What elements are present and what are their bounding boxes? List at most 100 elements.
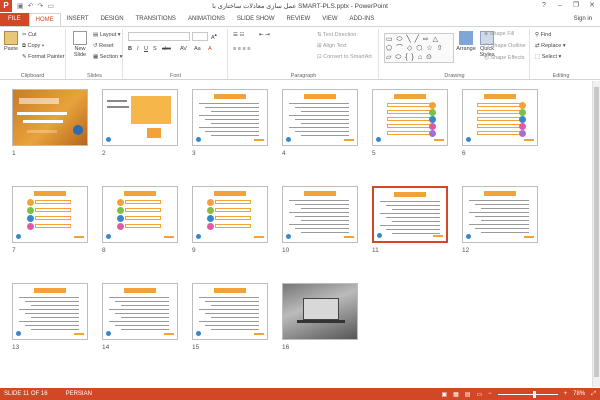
tab-insert[interactable]: INSERT [61,13,95,26]
slide-thumbnail[interactable] [12,283,88,340]
font-name-select[interactable] [128,32,190,41]
char-spacing-icon[interactable]: AV [180,46,187,52]
maximize-button[interactable]: ❐ [568,0,584,12]
slide-content-shape [469,200,529,202]
tab-transitions[interactable]: TRANSITIONS [130,13,182,26]
shape-outline-button[interactable]: ▢ Shape Outline [484,43,526,49]
slide-thumbnail[interactable] [282,283,358,340]
tab-view[interactable]: VIEW [316,13,343,26]
tab-home[interactable]: HOME [28,13,61,26]
tab-slide-show[interactable]: SLIDE SHOW [231,13,281,26]
slide-content-shape [35,216,71,220]
tab-file[interactable]: FILE [0,13,29,26]
format-painter-label: Format Painter [28,54,65,60]
select-icon: ⬚ [535,54,541,60]
font-color-icon[interactable]: A [208,46,212,52]
language-indicator[interactable]: PERSIAN [66,391,92,397]
tab-design[interactable]: DESIGN [95,13,130,26]
select-button[interactable]: ⬚ Select ▾ [535,54,561,60]
slide-content-shape [115,313,169,315]
indent-icon[interactable]: ⇤ ⇥ [259,32,270,38]
italic-button[interactable]: I [137,46,139,52]
slide-content-shape [301,111,349,113]
help-button[interactable]: ? [536,0,552,12]
slide-thumbnail[interactable] [192,283,268,340]
slide-thumbnail[interactable] [192,186,268,243]
close-button[interactable]: ✕ [584,0,600,12]
find-button[interactable]: ⚲ Find [535,32,551,38]
shape-effects-button[interactable]: ◎ Shape Effects [484,55,525,61]
align-text-button[interactable]: ⊞ Align Text [317,43,347,49]
slide-content-shape [289,200,349,202]
slide-thumbnail[interactable] [282,186,358,243]
slide-thumbnail[interactable] [102,89,178,146]
zoom-level[interactable]: 78% [573,391,585,397]
tab-review[interactable]: REVIEW [281,13,317,26]
minimize-button[interactable]: – [552,0,568,12]
slide-content-shape [429,115,436,123]
arrange-button[interactable]: Arrange [456,31,476,52]
shape-fill-button[interactable]: ◈ Shape Fill [484,31,514,37]
grow-font-icon[interactable]: A▴ [211,32,217,41]
view-sorter-icon[interactable]: ▦ [453,391,459,398]
view-normal-icon[interactable]: ▣ [441,391,447,398]
view-reading-icon[interactable]: ▤ [465,391,471,398]
zoom-in-icon[interactable]: + [564,391,568,397]
slide-content-shape [481,232,529,234]
view-slideshow-icon[interactable]: ▭ [476,391,482,398]
slide-content-shape [164,333,174,335]
copy-button[interactable]: ⧉ Copy ▾ [22,43,44,50]
slide-content-shape [117,206,124,214]
replace-button[interactable]: ⇄ Replace ▾ [535,43,566,49]
slide-thumbnail[interactable] [102,283,178,340]
slide-thumbnail[interactable] [102,186,178,243]
slide-content-shape [199,127,259,129]
slide-thumbnail[interactable] [462,186,538,243]
window-title: عمل سازی معادلات ساختاری با SMART-PLS.pp… [212,3,388,10]
reset-button[interactable]: ↺ Reset [93,43,114,49]
tab-animations[interactable]: ANIMATIONS [182,13,231,26]
scroll-thumb[interactable] [594,87,599,377]
bold-button[interactable]: B [128,46,132,52]
text-direction-button[interactable]: ⇅ Text Direction [317,32,356,38]
slide-content-shape [211,317,259,319]
convert-smartart-button[interactable]: ⊡ Convert to SmartArt [317,54,372,60]
zoom-slider[interactable] [497,390,558,398]
slide-thumbnail[interactable] [192,89,268,146]
shapes-gallery[interactable]: ▭ ⬭ ╲ ╱ ⇨ △ ⬠ ⌒ ◇ ⬡ ☆ ⇧ ▱ ⬭ { } ⌂ ⊙ [384,33,454,63]
slide-content-shape [301,208,349,210]
slide-content-shape [23,120,63,123]
slide-number: 14 [102,344,110,351]
slide-content-shape [475,228,529,230]
slide-content-shape [466,234,471,239]
slide-thumbnail[interactable] [462,89,538,146]
slide-content-shape [214,191,246,196]
change-case-icon[interactable]: Aa [194,46,201,52]
new-slide-button[interactable]: New Slide [70,31,90,58]
font-size-select[interactable] [192,32,208,41]
slide-thumbnail[interactable] [12,186,88,243]
tab-add-ins[interactable]: ADD-INS [344,13,381,26]
fit-slide-icon[interactable]: ⤢ [591,391,596,398]
slide-thumbnail[interactable] [282,89,358,146]
section-button[interactable]: ▦ Section ▾ [93,54,122,60]
underline-button[interactable]: U [144,46,148,52]
slide-thumbnail[interactable] [372,186,448,243]
strikethrough-button[interactable]: abc [162,46,171,52]
paste-button[interactable]: Paste [2,31,20,52]
slide-number: 11 [372,247,379,254]
zoom-out-icon[interactable]: − [488,391,492,397]
layout-label: Layout [99,32,117,38]
vertical-scrollbar[interactable] [592,81,600,387]
zoom-slider-knob[interactable] [532,390,536,398]
cut-button[interactable]: ✂ Cut [22,32,37,38]
slide-thumbnail[interactable] [12,89,88,146]
slide-thumbnail[interactable] [372,89,448,146]
sign-in-link[interactable]: Sign in [574,16,592,22]
format-painter-button[interactable]: ✎ Format Painter [22,54,65,60]
shadow-button[interactable]: S [153,46,157,52]
slide-content-shape [31,305,79,307]
layout-button[interactable]: ▤ Layout ▾ [93,32,121,38]
bullets-icon[interactable]: ☰ ☷ [233,32,244,38]
align-icons[interactable]: ≡ ≡ ≡ ≡ [233,46,250,52]
